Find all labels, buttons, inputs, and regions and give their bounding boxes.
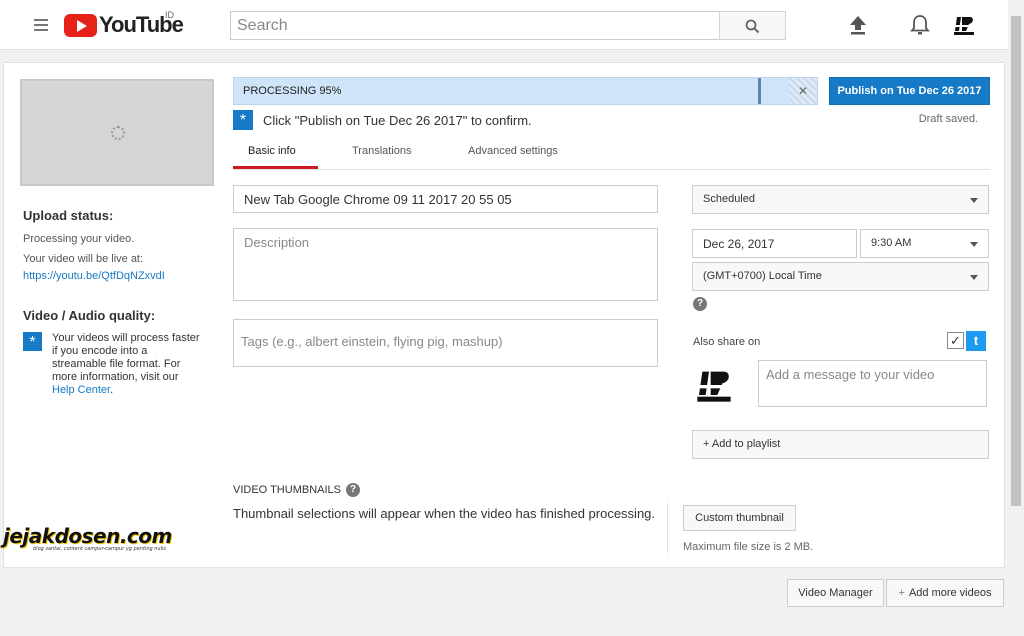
help-icon[interactable]: ? [346,483,360,497]
title-input[interactable]: New Tab Google Chrome 09 11 2017 20 55 0… [233,185,658,213]
quality-info: * Your videos will process faster if you… [23,332,203,397]
timezone-value: (GMT+0700) Local Time [703,270,822,282]
watermark-text: jejakdosen.com [3,524,172,548]
time-value: 9:30 AM [871,237,912,249]
help-center-suffix: . [110,384,114,396]
star-icon: * [23,332,42,351]
custom-thumbnail-button[interactable]: Custom thumbnail [683,505,796,531]
quality-info-text: Your videos will process faster if you e… [52,332,203,397]
upload-status-heading: Upload status: [23,208,114,223]
youtube-logo[interactable]: YouTube ID [64,10,184,37]
date-input[interactable]: Dec 26, 2017 [692,229,857,258]
processing-bar: PROCESSING 95% ✕ [233,77,818,105]
add-more-videos-label: Add more videos [908,587,992,599]
twitter-icon: t [966,331,986,351]
visibility-select[interactable]: Scheduled [692,185,989,214]
processing-label: PROCESSING 95% [243,85,342,97]
chevron-down-icon [970,242,978,247]
loading-spinner-icon [111,126,125,140]
menu-icon[interactable] [34,19,48,31]
upload-status-text: Processing your video. [23,233,135,245]
upload-card: Upload status: Processing your video. Yo… [3,62,1005,568]
video-preview [20,79,214,186]
also-share-label: Also share on [693,336,761,348]
thumbnails-message: Thumbnail selections will appear when th… [233,506,656,521]
live-at-text: Your video will be live at: [23,253,144,265]
search-button[interactable] [719,11,786,40]
tab-basic-info[interactable]: Basic info [248,145,296,157]
draft-status: Draft saved. [918,113,978,125]
confirm-message: * Click "Publish on Tue Dec 26 2017" to … [233,110,532,130]
channel-avatar-icon [695,371,733,402]
top-bar: YouTube ID Search [0,0,1008,50]
channel-avatar-icon [953,17,975,35]
active-tab-indicator [233,166,318,169]
help-icon[interactable]: ? [693,297,707,311]
chevron-down-icon [970,275,978,280]
share-message-input[interactable]: Add a message to your video [758,360,987,407]
scrollbar-thumb[interactable] [1011,16,1021,506]
search-icon [745,19,760,34]
visibility-value: Scheduled [703,193,755,205]
quality-heading: Video / Audio quality: [23,308,156,323]
country-code: ID [165,10,174,20]
plus-icon: + [898,587,905,599]
video-thumbnails-title: VIDEO THUMBNAILS [233,484,341,496]
chevron-down-icon [970,198,978,203]
avatar[interactable] [952,13,976,37]
publish-button[interactable]: Publish on Tue Dec 26 2017 [829,77,990,105]
max-file-size-text: Maximum file size is 2 MB. [683,541,814,553]
quality-info-body: Your videos will process faster if you e… [52,332,200,383]
search-input[interactable]: Search [230,11,720,40]
avatar [694,365,734,405]
time-select[interactable]: 9:30 AM [860,229,989,258]
add-more-videos-button[interactable]: + Add more videos [886,579,1004,607]
bell-icon[interactable] [910,14,930,36]
divider [667,503,668,553]
video-thumbnails-heading: VIDEO THUMBNAILS ? [233,483,360,497]
confirm-text: Click "Publish on Tue Dec 26 2017" to co… [263,112,532,128]
scrollbar[interactable] [1008,0,1024,636]
youtube-play-icon [64,13,97,37]
watermark-tagline: blog santai, content campur-campur yg pe… [33,546,166,552]
tags-input[interactable]: Tags (e.g., albert einstein, flying pig,… [233,319,658,367]
upload-icon[interactable] [849,15,867,35]
add-to-playlist-button[interactable]: + Add to playlist [692,430,989,459]
watermark-logo: jejakdosen.com blog santai, content camp… [3,524,172,552]
close-icon[interactable]: ✕ [789,78,817,104]
tab-bar: Basic info Translations Advanced setting… [233,138,990,170]
tab-translations[interactable]: Translations [352,145,412,157]
timezone-select[interactable]: (GMT+0700) Local Time [692,262,989,291]
twitter-share-checkbox[interactable]: ✓ [947,332,964,349]
help-center-link[interactable]: Help Center [52,384,110,396]
upload-sidebar: Upload status: Processing your video. Yo… [23,208,203,397]
tab-advanced-settings[interactable]: Advanced settings [468,145,558,157]
description-input[interactable]: Description [233,228,658,301]
star-icon: * [233,110,253,130]
video-url-link[interactable]: https://youtu.be/QtfDqNZxvdI [23,270,165,282]
video-manager-button[interactable]: Video Manager [787,579,884,607]
